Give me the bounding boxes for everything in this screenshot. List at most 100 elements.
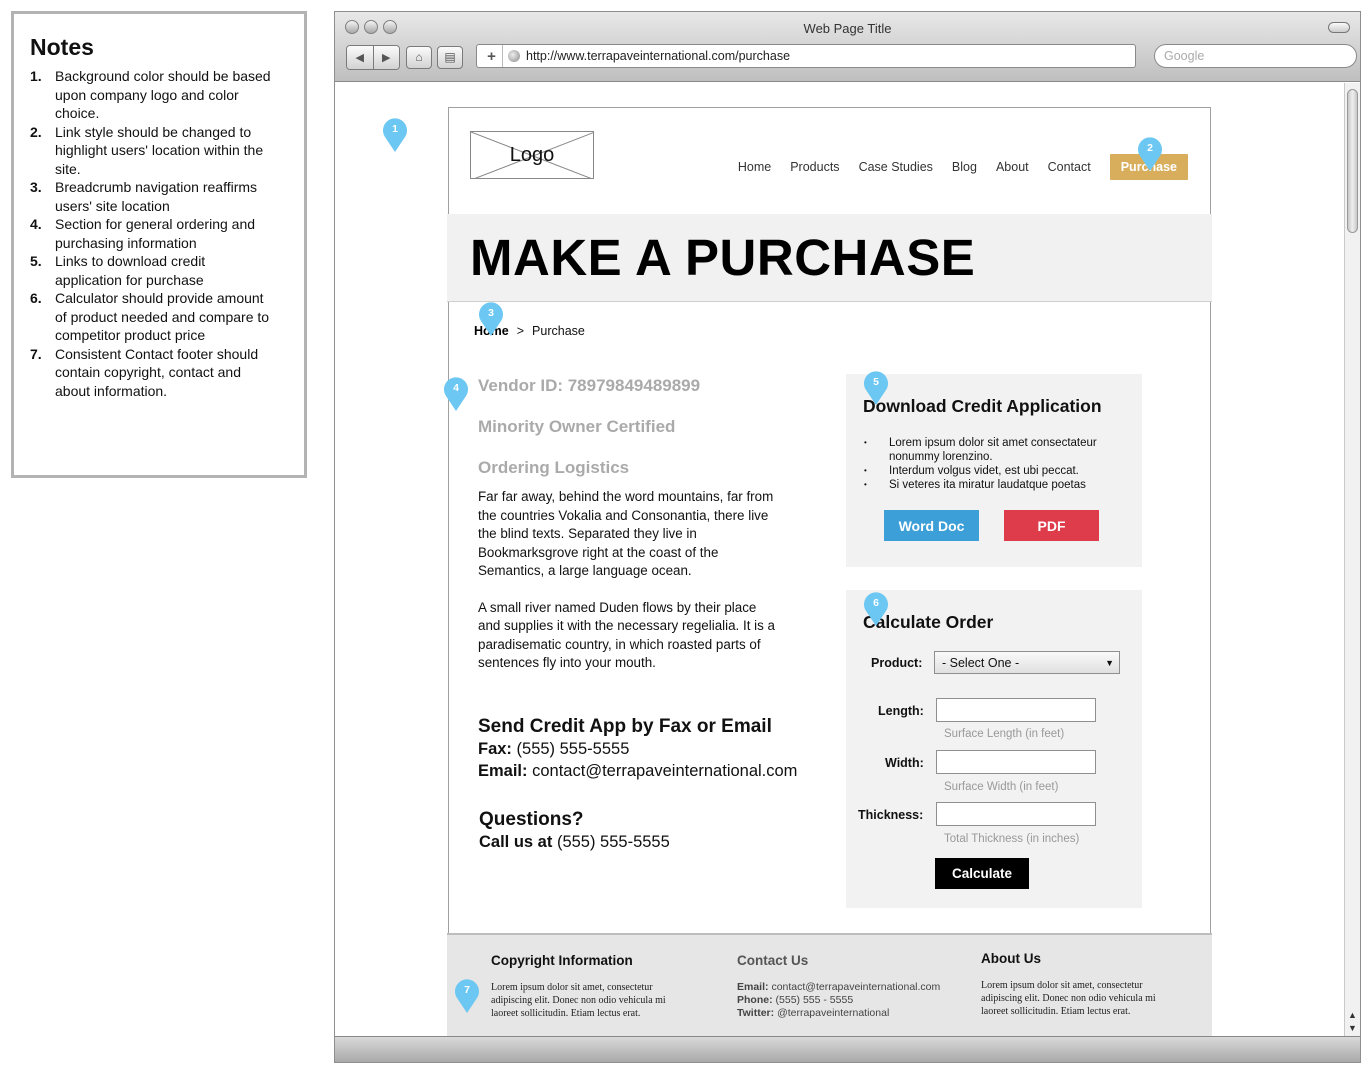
page-title: MAKE A PURCHASE xyxy=(470,229,976,286)
contact-heading: Contact Us xyxy=(737,953,809,968)
page-viewport: Logo Home Products Case Studies Blog Abo… xyxy=(335,83,1345,1038)
footer-about: About Us Lorem ipsum dolor sit amet, con… xyxy=(981,951,1181,1018)
contact-footer: Copyright Information Lorem ipsum dolor … xyxy=(447,933,1212,1038)
footer-twitter: Twitter: @terrapaveinternational xyxy=(737,1007,890,1019)
list-item: • Si veteres ita miratur laudatque poetas xyxy=(864,479,1086,491)
vendor-id: Vendor ID: 78979849489899 xyxy=(478,376,701,395)
length-hint: Surface Length (in feet) xyxy=(944,728,1065,740)
calculate-button[interactable]: Calculate xyxy=(935,858,1029,889)
note-item: 3. Breadcrumb navigation reaffirms users'… xyxy=(30,179,258,214)
email-line: Email: contact@terrapaveinternational.co… xyxy=(478,762,798,780)
back-arrow-icon: ◀ xyxy=(355,51,364,64)
printer-icon: ▤ xyxy=(444,50,456,64)
copyright-text: Lorem ipsum dolor sit amet, consectetur … xyxy=(491,982,666,1019)
nav-products[interactable]: Products xyxy=(790,160,839,174)
footer-email: Email: contact@terrapaveinternational.co… xyxy=(737,981,941,993)
annotation-marker-4: 4 xyxy=(443,376,469,412)
note-item: 2. Link style should be changed to highli… xyxy=(30,123,264,177)
nav-about[interactable]: About xyxy=(996,160,1029,174)
scroll-down-arrow-icon[interactable]: ▼ xyxy=(1345,1022,1360,1035)
footer-contact: Contact Us Email: contact@terrapaveinter… xyxy=(737,953,967,1020)
toolbar-toggle-button[interactable] xyxy=(1328,22,1350,33)
pdf-button[interactable]: PDF xyxy=(1004,510,1099,541)
main-nav: Home Products Case Studies Blog About Co… xyxy=(719,154,1188,180)
note-item: 1. Background color should be based upon … xyxy=(30,68,271,121)
list-item: • Interdum volgus videt, est ubi peccat. xyxy=(864,465,1079,477)
annotation-marker-2: 2 xyxy=(1137,136,1163,172)
about-heading: About Us xyxy=(981,951,1041,966)
thickness-hint: Total Thickness (in inches) xyxy=(944,833,1080,845)
logo-text: Logo xyxy=(509,144,555,166)
email-link[interactable]: contact@terrapaveinternational.com xyxy=(532,762,797,780)
download-heading: Download Credit Application xyxy=(863,396,1102,416)
annotation-marker-1: 1 xyxy=(382,117,408,153)
notes-panel: Notes 1. Background color should be based… xyxy=(11,11,307,478)
ordering-section: Vendor ID: 78979849489899 Minority Owner… xyxy=(478,376,838,691)
about-text: Lorem ipsum dolor sit amet, consectetur … xyxy=(981,980,1156,1017)
forward-button[interactable]: ▶ xyxy=(372,45,399,69)
note-item: 5. Links to download credit application f… xyxy=(30,253,206,288)
breadcrumb-separator: > xyxy=(516,324,525,338)
hero-banner: MAKE A PURCHASE xyxy=(447,214,1212,302)
word-doc-button[interactable]: Word Doc xyxy=(884,510,979,541)
fax-email-section: Send Credit App by Fax or Email Fax: (55… xyxy=(478,716,797,782)
note-item: 6. Calculator should provide amount of pr… xyxy=(30,290,270,343)
product-select[interactable]: - Select One - ▼ xyxy=(934,651,1120,674)
history-buttons: ◀ ▶ xyxy=(346,44,400,70)
notes-list: 1. Background color should be based upon … xyxy=(30,67,288,400)
window-title: Web Page Title xyxy=(803,21,892,36)
copyright-heading: Copyright Information xyxy=(491,953,633,968)
forward-arrow-icon: ▶ xyxy=(382,51,391,64)
browser-titlebar: Web Page Title ◀ ▶ ⌂ ▤ + http://www.terr… xyxy=(335,12,1360,82)
scrollbar-thumb[interactable] xyxy=(1347,89,1358,233)
browser-window: Web Page Title ◀ ▶ ⌂ ▤ + http://www.terr… xyxy=(334,11,1361,1063)
footer-phone: Phone: (555) 555 - 5555 xyxy=(737,994,854,1006)
logo-placeholder[interactable]: Logo xyxy=(470,131,594,179)
call-line: Call us at (555) 555-5555 xyxy=(479,833,670,851)
fax-heading: Send Credit App by Fax or Email xyxy=(478,716,772,737)
list-item: • Lorem ipsum dolor sit amet consectateur… xyxy=(864,437,1097,463)
thickness-input[interactable] xyxy=(936,802,1096,826)
nav-contact[interactable]: Contact xyxy=(1048,160,1091,174)
globe-icon xyxy=(508,50,520,62)
address-bar[interactable]: + http://www.terrapaveinternational.com/… xyxy=(476,44,1136,68)
webpage: Logo Home Products Case Studies Blog Abo… xyxy=(447,107,1212,1038)
home-button[interactable]: ⌂ xyxy=(406,45,432,69)
ordering-heading: Ordering Logistics xyxy=(478,458,630,477)
product-label: Product: xyxy=(871,656,923,670)
add-bookmark-button[interactable]: + xyxy=(481,45,503,67)
note-item: 4. Section for general ordering and purch… xyxy=(30,216,256,251)
nav-case-studies[interactable]: Case Studies xyxy=(859,160,933,174)
questions-section: Questions? Call us at (555) 555-5555 xyxy=(479,809,670,852)
breadcrumb-current: Purchase xyxy=(532,324,585,338)
url-text: http://www.terrapaveinternational.com/pu… xyxy=(526,49,791,63)
footer-copyright: Copyright Information Lorem ipsum dolor … xyxy=(491,953,691,1020)
ordering-paragraph: Far far away, behind the word mountains,… xyxy=(478,489,774,578)
calculate-order-box: Calculate Order Product: - Select One - ▼… xyxy=(846,590,1142,908)
nav-blog[interactable]: Blog xyxy=(952,160,977,174)
back-button[interactable]: ◀ xyxy=(347,45,373,69)
annotation-marker-7: 7 xyxy=(454,978,480,1014)
notes-title: Notes xyxy=(30,34,94,60)
length-input[interactable] xyxy=(936,698,1096,722)
annotation-marker-3: 3 xyxy=(478,301,504,337)
questions-heading: Questions? xyxy=(479,809,584,830)
print-button[interactable]: ▤ xyxy=(437,45,463,69)
width-input[interactable] xyxy=(936,750,1096,774)
annotation-marker-6: 6 xyxy=(863,591,889,627)
search-input[interactable]: Google xyxy=(1154,44,1357,68)
home-icon: ⌂ xyxy=(415,50,423,64)
fax-line: Fax: (555) 555-5555 xyxy=(478,740,630,758)
length-label: Length: xyxy=(878,704,924,718)
ordering-paragraph: A small river named Duden flows by their… xyxy=(478,599,775,671)
nav-home[interactable]: Home xyxy=(738,160,771,174)
certification-label: Minority Owner Certified xyxy=(478,417,676,436)
download-credit-app-box: Download Credit Application • Lorem ipsum… xyxy=(846,374,1142,567)
vertical-scrollbar[interactable]: ▲ ▼ xyxy=(1344,83,1360,1038)
width-hint: Surface Width (in feet) xyxy=(944,781,1059,793)
width-label: Width: xyxy=(885,756,924,770)
annotation-marker-5: 5 xyxy=(863,370,889,406)
plus-icon: + xyxy=(487,47,496,65)
note-item: 7. Consistent Contact footer should conta… xyxy=(30,345,259,399)
scroll-up-arrow-icon[interactable]: ▲ xyxy=(1345,1009,1360,1022)
